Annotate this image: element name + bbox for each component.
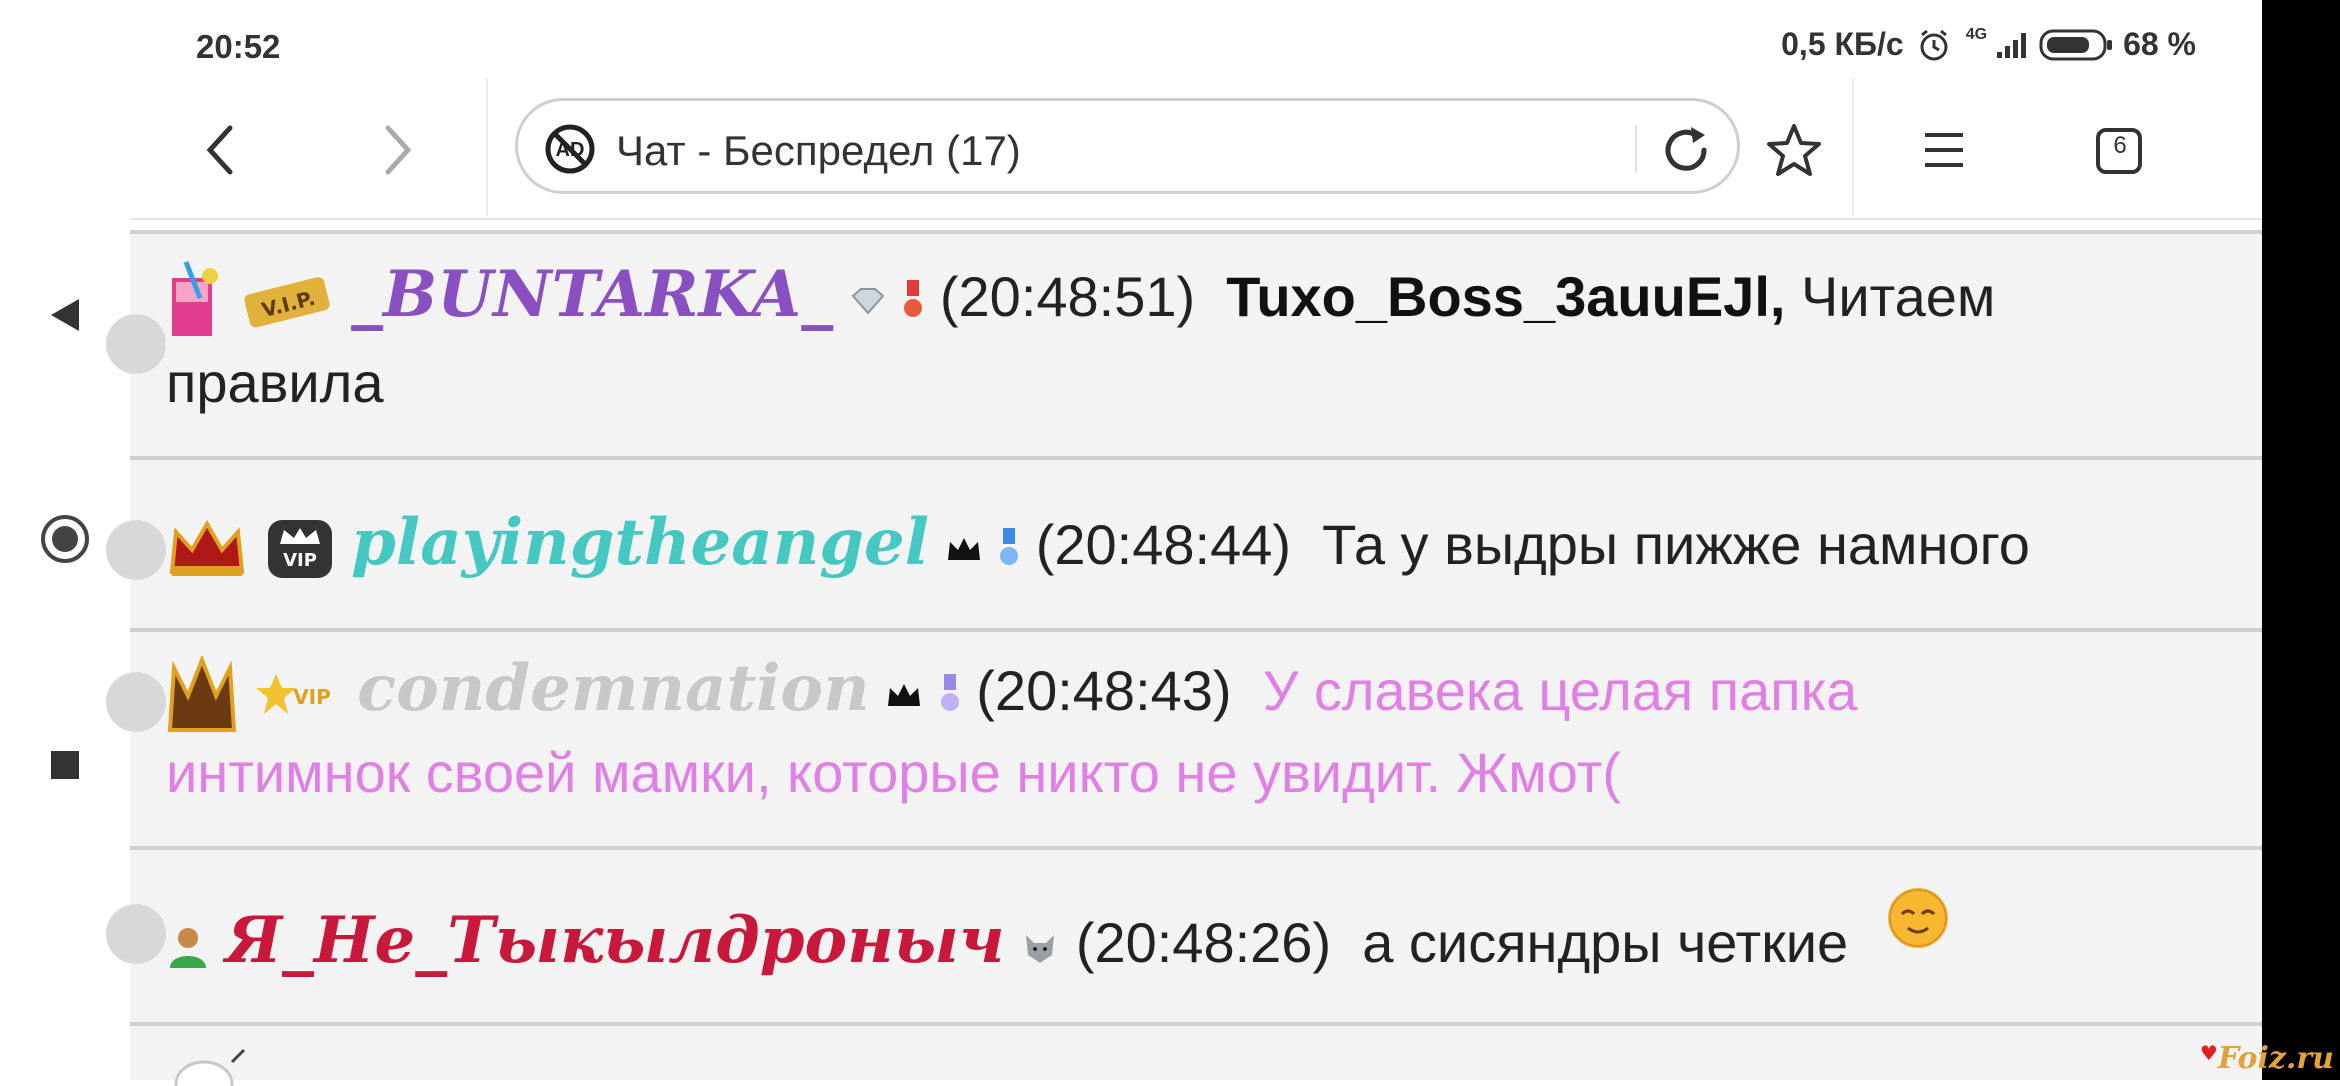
- small-crown-icon: [947, 538, 980, 561]
- vip-badge-icon: VIP: [267, 520, 332, 579]
- bookmark-button[interactable]: [1762, 118, 1826, 182]
- net-speed: 0,5 КБ/с: [1781, 26, 1904, 62]
- crown-icon: [169, 520, 245, 577]
- message-text-continued: интимнок своей мамки, которые никто не у…: [166, 741, 1622, 805]
- status-icons: 0,5 КБ/с 4G 68 %: [1781, 26, 2196, 63]
- status-clock: 20:52: [196, 28, 281, 65]
- svg-text:VIP: VIP: [293, 685, 331, 709]
- forward-arrow-icon: [385, 125, 412, 175]
- medal-blue-icon: [1000, 528, 1019, 566]
- svg-text:VIP: VIP: [283, 550, 317, 571]
- circle-home-icon: [41, 515, 89, 563]
- adblock-icon[interactable]: AD: [544, 123, 596, 175]
- medal-purple-icon: [940, 674, 959, 712]
- message-time: (20:48:44): [1035, 513, 1291, 576]
- nav-home-button[interactable]: [38, 512, 92, 566]
- message-nick[interactable]: condemnation: [357, 651, 869, 726]
- message-text: а сисяндры четкие: [1362, 911, 1849, 974]
- chat-message: Я_Не_Тыкылдроныч (20:48:26) а сисяндры ч…: [106, 846, 2265, 1022]
- tabs-count: 6: [2113, 132, 2127, 159]
- address-bar[interactable]: AD Чат - Беспредел (17): [515, 98, 1740, 194]
- small-crown-icon: [888, 684, 921, 707]
- battery-icon: [2039, 29, 2113, 60]
- tabs-button[interactable]: 6: [2088, 118, 2152, 182]
- nav-recents-button[interactable]: [38, 738, 92, 792]
- watermark-text: Foiz.ru: [2217, 1041, 2334, 1076]
- alarm-icon: [1920, 29, 1948, 60]
- nav-back-button[interactable]: [38, 288, 92, 342]
- menu-button[interactable]: [1912, 118, 1976, 182]
- forward-button[interactable]: [366, 118, 430, 182]
- wolf-icon: [1026, 935, 1055, 964]
- gold-crown-icon: [167, 656, 237, 733]
- back-button[interactable]: [188, 118, 252, 182]
- square-recents-icon: [51, 751, 79, 779]
- page-title[interactable]: Чат - Беспредел (17): [616, 127, 1021, 175]
- vip-star-icon: VIP: [255, 674, 331, 715]
- message-text: Та у выдры пижже намного: [1322, 513, 2030, 576]
- diamond-icon: [851, 288, 885, 315]
- ghost-icon: [174, 1048, 246, 1086]
- watermark: ♥Foiz.ru: [2199, 1041, 2334, 1076]
- chat-area: V.I.P. _BUNTARKA_ (20:48:51) Tuxo_Boss_3…: [106, 230, 2265, 1086]
- cocktail-icon: [172, 261, 218, 337]
- message-nick[interactable]: Я_Не_Тыкылдроныч: [226, 903, 1005, 978]
- message-time: (20:48:26): [1075, 911, 1332, 974]
- chat-message: V.I.P. _BUNTARKA_ (20:48:51) Tuxo_Boss_3…: [106, 230, 2265, 456]
- browser-toolbar: AD Чат - Беспредел (17) 6: [130, 78, 2319, 220]
- message-addressee[interactable]: Tuxo_Boss_3auuEJl,: [1226, 265, 1785, 328]
- chat-message: VIP playingtheangel (20:48:44) Та у выдр…: [106, 456, 2265, 628]
- message-nick[interactable]: playingtheangel: [351, 505, 929, 580]
- vip-ticket-icon: V.I.P.: [243, 277, 330, 328]
- network-type: 4G: [1965, 26, 1988, 43]
- menu-icon: [1925, 133, 1963, 167]
- message-text: Читаем: [1801, 265, 1996, 328]
- message-time: (20:48:51): [939, 265, 1196, 328]
- chat-message: VIP condemnation (20:48:43) У славека це…: [106, 628, 2265, 846]
- star-icon: [1767, 124, 1821, 176]
- medal-red-icon: [904, 280, 923, 318]
- smile-emoji-icon: [1887, 888, 1948, 948]
- chat-message-partial: [130, 1022, 2265, 1086]
- reload-icon[interactable]: [1657, 121, 1715, 179]
- message-text: У славека целая папка: [1262, 659, 1858, 722]
- signal-icon: [1997, 32, 2027, 58]
- message-time: (20:48:43): [976, 659, 1232, 722]
- message-text-continued: правила: [166, 351, 384, 415]
- triangle-back-icon: [51, 299, 79, 331]
- battery-percent: 68 %: [2123, 26, 2196, 62]
- user-icon: [170, 928, 206, 969]
- back-arrow-icon: [206, 125, 233, 175]
- message-nick[interactable]: _BUNTARKA_: [351, 257, 833, 332]
- screen-edge: [2262, 0, 2340, 1080]
